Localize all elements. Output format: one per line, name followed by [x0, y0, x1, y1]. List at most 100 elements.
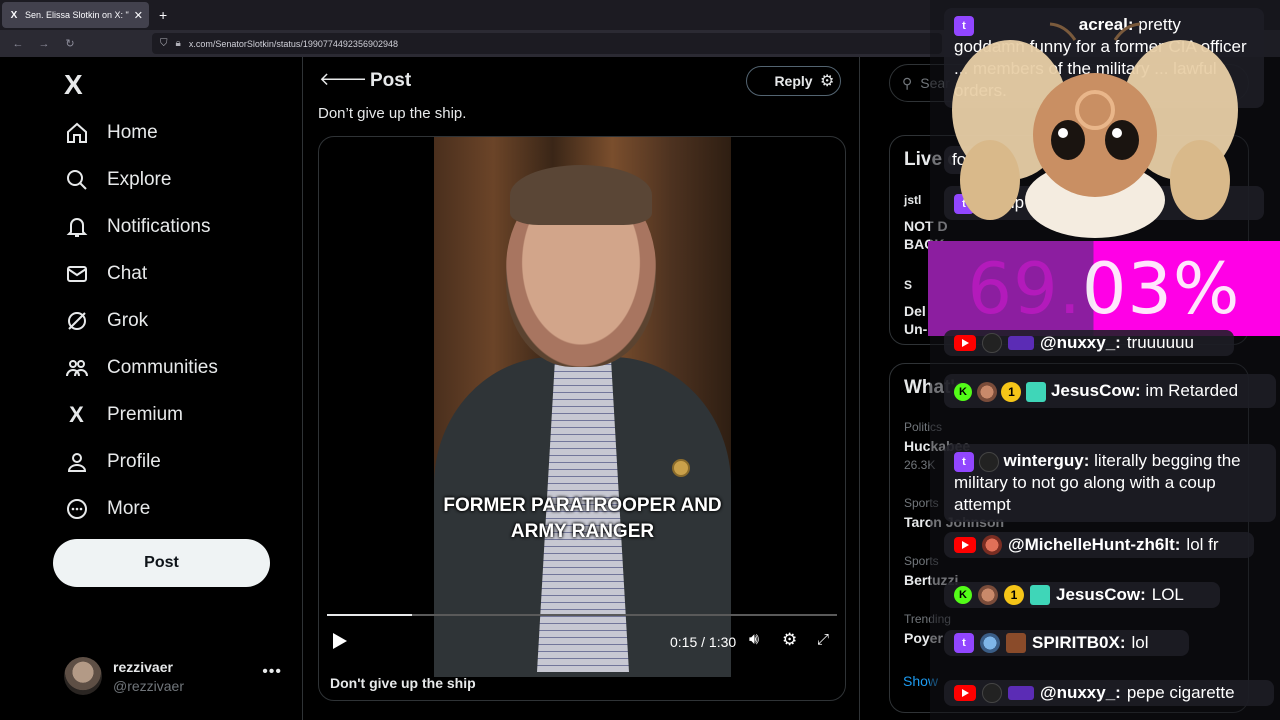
nav-label: Explore	[107, 168, 172, 190]
chat-user: JesusCow:	[1056, 585, 1146, 604]
user-badge	[978, 451, 999, 472]
sub-badge: 1	[1001, 381, 1022, 402]
user-badge	[982, 683, 1002, 703]
user-badge	[1006, 633, 1026, 653]
nav-label: Profile	[107, 450, 161, 472]
x-icon: X	[69, 401, 84, 427]
chat-user: @nuxxy_:	[1040, 333, 1121, 352]
bell-icon	[64, 214, 89, 239]
nav-label: More	[107, 497, 151, 519]
video-title: Don't give up the ship	[330, 675, 476, 691]
post-button[interactable]: Post	[53, 539, 270, 587]
chat-user: winterguy:	[1003, 451, 1090, 470]
chat-user: SPIRITB0X:	[1032, 633, 1126, 652]
page-title: Post	[370, 70, 412, 91]
post-header: 🡐 Post Reply	[303, 57, 859, 105]
new-tab-icon[interactable]: +	[159, 7, 167, 23]
main-column: 🡐 Post Reply ⚙︎ Don’t give up the ship. …	[302, 57, 860, 720]
gear-icon[interactable]: ⚙︎	[782, 630, 797, 650]
percent-meter: 69.03%	[928, 241, 1280, 336]
url-text: x.com/SenatorSlotkin/status/199077449235…	[188, 38, 398, 49]
account-switcher[interactable]: rezzivaer @rezzivaer •••	[64, 657, 286, 695]
x-favicon-icon: X	[10, 9, 18, 21]
nav-premium[interactable]: X Premium	[64, 402, 183, 427]
play-icon[interactable]	[333, 633, 347, 649]
nav-explore[interactable]: Explore	[64, 167, 171, 192]
nav-notifications[interactable]: Notifications	[64, 214, 211, 239]
nav-grok[interactable]: Grok	[64, 308, 148, 333]
nav-profile[interactable]: Profile	[64, 449, 161, 474]
youtube-icon	[954, 685, 976, 701]
live-row[interactable]: S Del Un-	[904, 276, 927, 338]
chat-text: pepe cigarette	[1126, 683, 1235, 702]
back-icon[interactable]: ←	[6, 38, 30, 50]
chat-text: im Retarded	[1145, 381, 1239, 400]
close-tab-icon[interactable]: ✕	[134, 9, 143, 22]
browser-tab[interactable]: X Sen. Elissa Slotkin on X: "We wa ✕	[2, 2, 149, 28]
volume-icon[interactable]: 🔊︎	[749, 631, 759, 649]
nav-label: Home	[107, 121, 158, 143]
chat-message: t winterguy: literally begging the milit…	[944, 444, 1276, 522]
twitch-icon: t	[954, 451, 974, 472]
chat-user: @MichelleHunt-zh6lt:	[1008, 535, 1181, 554]
x-logo-icon[interactable]: X	[64, 69, 83, 101]
back-arrow-icon[interactable]: 🡐	[319, 69, 367, 90]
percent-bright-part: 03%	[1081, 247, 1241, 330]
filter-sliders-icon[interactable]: ⚙︎	[820, 71, 834, 91]
chat-user: @nuxxy_:	[1040, 683, 1121, 702]
nav-chat[interactable]: Chat	[64, 261, 147, 286]
moth-mascot	[952, 22, 1238, 238]
video-progress-bar[interactable]	[327, 614, 837, 616]
chat-message: K 1 JesusCow: im Retarded	[944, 374, 1276, 408]
chat-message: K 1 JesusCow: LOL	[944, 582, 1220, 608]
address-bar[interactable]: ⛉ 🔒︎ x.com/SenatorSlotkin/status/1990774…	[152, 33, 942, 54]
user-badge	[980, 633, 1000, 653]
nav-communities[interactable]: Communities	[64, 355, 218, 380]
more-dots-icon[interactable]: •••	[262, 663, 282, 681]
lapel-pin	[672, 459, 690, 477]
live-user: S	[904, 278, 913, 292]
mail-icon	[64, 261, 89, 286]
chat-text: lol fr	[1186, 535, 1219, 554]
forward-icon[interactable]: →	[32, 38, 56, 50]
youtube-icon	[954, 335, 976, 351]
twitch-icon: t	[954, 633, 974, 653]
nav-label: Chat	[107, 262, 148, 284]
video-caption-overlay: FORMER PARATROOPER AND ARMY RANGER	[443, 495, 722, 542]
video-controls: 0:15 / 1:30 🔊︎ ⚙︎ ⤢	[319, 629, 845, 659]
user-badge	[978, 585, 998, 605]
nav-label: Grok	[107, 309, 149, 331]
tab-title: Sen. Elissa Slotkin on X: "We wa	[25, 10, 129, 20]
video-progress-fill	[327, 614, 413, 616]
gift-badge	[1026, 381, 1047, 402]
nav-more[interactable]: More	[64, 496, 150, 521]
avatar	[64, 657, 102, 695]
member-badge	[1008, 686, 1034, 700]
chat-text: lol	[1131, 633, 1149, 652]
chat-message: @nuxxy_: pepe cigarette	[944, 680, 1274, 706]
video-frame[interactable]: FORMER PARATROOPER AND ARMY RANGER	[434, 137, 731, 677]
lock-icon[interactable]: 🔒︎	[176, 38, 181, 49]
nav-label: Communities	[107, 356, 218, 378]
fullscreen-icon[interactable]: ⤢	[817, 631, 829, 648]
percent-dim-part: 69.	[967, 247, 1082, 330]
left-sidebar: X Home Explore Notifications Chat Grok C	[0, 57, 302, 720]
search-icon	[64, 167, 89, 192]
kick-icon: K	[954, 586, 972, 604]
user-badge	[976, 381, 997, 402]
chat-message: @nuxxy_: truuuuuu	[944, 330, 1234, 356]
account-handle: @rezzivaer	[113, 677, 185, 694]
people-icon	[64, 355, 89, 380]
nav-home[interactable]: Home	[64, 120, 158, 145]
grok-icon	[64, 308, 89, 333]
shield-icon[interactable]: ⛉	[160, 38, 168, 49]
user-badge	[982, 535, 1002, 555]
more-circle-icon	[64, 496, 89, 521]
chat-user: JesusCow:	[1050, 381, 1141, 400]
chat-text: LOL	[1151, 585, 1184, 604]
video-player[interactable]: FORMER PARATROOPER AND ARMY RANGER 0:15 …	[318, 136, 846, 701]
gift-badge	[1030, 585, 1050, 605]
kick-icon: K	[954, 382, 972, 401]
live-line: Un-	[904, 321, 928, 337]
reload-icon[interactable]: ↻	[58, 37, 82, 50]
